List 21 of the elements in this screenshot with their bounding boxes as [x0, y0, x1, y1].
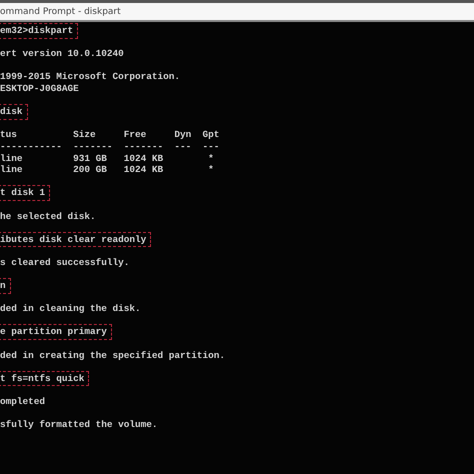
output-line: s cleared successfully.: [0, 256, 130, 268]
output-line: 1999-2015 Microsoft Corporation.: [0, 71, 180, 83]
command-line: ibutes disk clear readonly: [0, 234, 150, 246]
output-line: ESKTOP-J0G8AGE: [0, 82, 79, 95]
command-line: e partition primary: [0, 326, 110, 338]
window-title: ommand Prompt - diskpart: [0, 6, 121, 16]
output-line: ded in cleaning the disk.: [0, 303, 141, 315]
output-line: tus Size Free Dyn Gpt: [0, 129, 220, 141]
command-line: n: [0, 280, 9, 292]
command-line: t disk 1: [0, 187, 48, 199]
output-line: line 931 GB 1024 KB *: [0, 152, 214, 164]
command-line: t fs=ntfs quick: [0, 372, 88, 384]
output-line: ded in creating the specified partition.: [0, 350, 226, 362]
command-line: disk: [0, 106, 26, 118]
output-line: line 200 GB 1024 KB *: [0, 164, 214, 176]
output-line: ert version 10.0.10240: [0, 48, 124, 60]
command-line: em32>diskpart: [0, 25, 76, 37]
output-line: he selected disk.: [0, 210, 96, 222]
output-line: sfully formatted the volume.: [0, 419, 158, 431]
output-line: ----------- ------- ------- --- ---: [0, 140, 220, 153]
output-line: ompleted: [0, 396, 46, 408]
